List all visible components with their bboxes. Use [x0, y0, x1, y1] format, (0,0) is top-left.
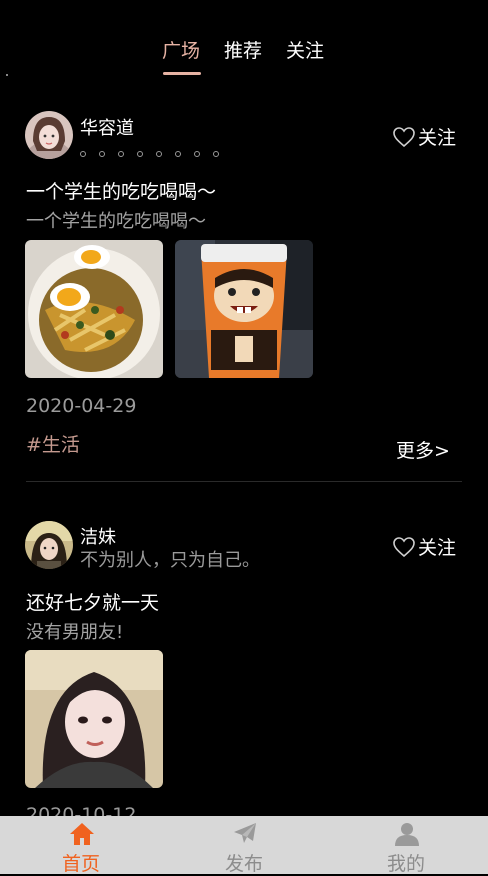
bio-placeholder-dots: [80, 151, 219, 157]
post-photo-noodles[interactable]: [25, 240, 163, 378]
post-tag[interactable]: #生活: [26, 430, 80, 457]
send-icon: [234, 823, 256, 843]
avatar[interactable]: [25, 111, 73, 159]
follow-button[interactable]: 关注: [392, 533, 456, 560]
nav-mine[interactable]: 我的: [356, 816, 456, 875]
heart-icon: [393, 536, 415, 557]
tab-square[interactable]: 广场: [162, 36, 200, 63]
decorative-dot: [6, 74, 8, 76]
follow-label: 关注: [418, 537, 457, 559]
post-divider: [26, 481, 462, 482]
nav-publish[interactable]: 发布: [194, 816, 294, 875]
username[interactable]: 华容道: [80, 114, 134, 140]
heart-icon: [393, 126, 415, 147]
tab-following[interactable]: 关注: [286, 36, 324, 63]
avatar[interactable]: [25, 521, 73, 569]
user-icon: [395, 823, 419, 846]
bottom-nav-bar: 首页 发布 我的: [0, 816, 488, 875]
post-title: 一个学生的吃吃喝喝～: [26, 181, 217, 203]
top-tab-bar: 广场 推荐 关注: [0, 0, 488, 90]
nav-home[interactable]: 首页: [31, 816, 131, 875]
follow-button[interactable]: 关注: [392, 123, 456, 150]
tab-recommend[interactable]: 推荐: [224, 36, 262, 63]
nav-mine-label: 我的: [386, 853, 425, 875]
post-photo-selfie[interactable]: [25, 650, 163, 788]
post-subtitle: 一个学生的吃吃喝喝～: [26, 211, 206, 232]
more-link[interactable]: 更多>: [396, 436, 450, 463]
post-subtitle: 没有男朋友!: [26, 622, 124, 643]
post-title: 还好七夕就一天: [26, 592, 160, 614]
active-tab-indicator: [163, 72, 201, 75]
user-bio: 不为别人，只为自己。: [80, 550, 260, 571]
follow-label: 关注: [418, 127, 457, 149]
post-photo-drink[interactable]: [175, 240, 313, 378]
nav-publish-label: 发布: [224, 853, 263, 875]
post-date: 2020-04-29: [26, 395, 137, 417]
home-icon: [70, 823, 94, 845]
nav-home-label: 首页: [61, 853, 100, 875]
